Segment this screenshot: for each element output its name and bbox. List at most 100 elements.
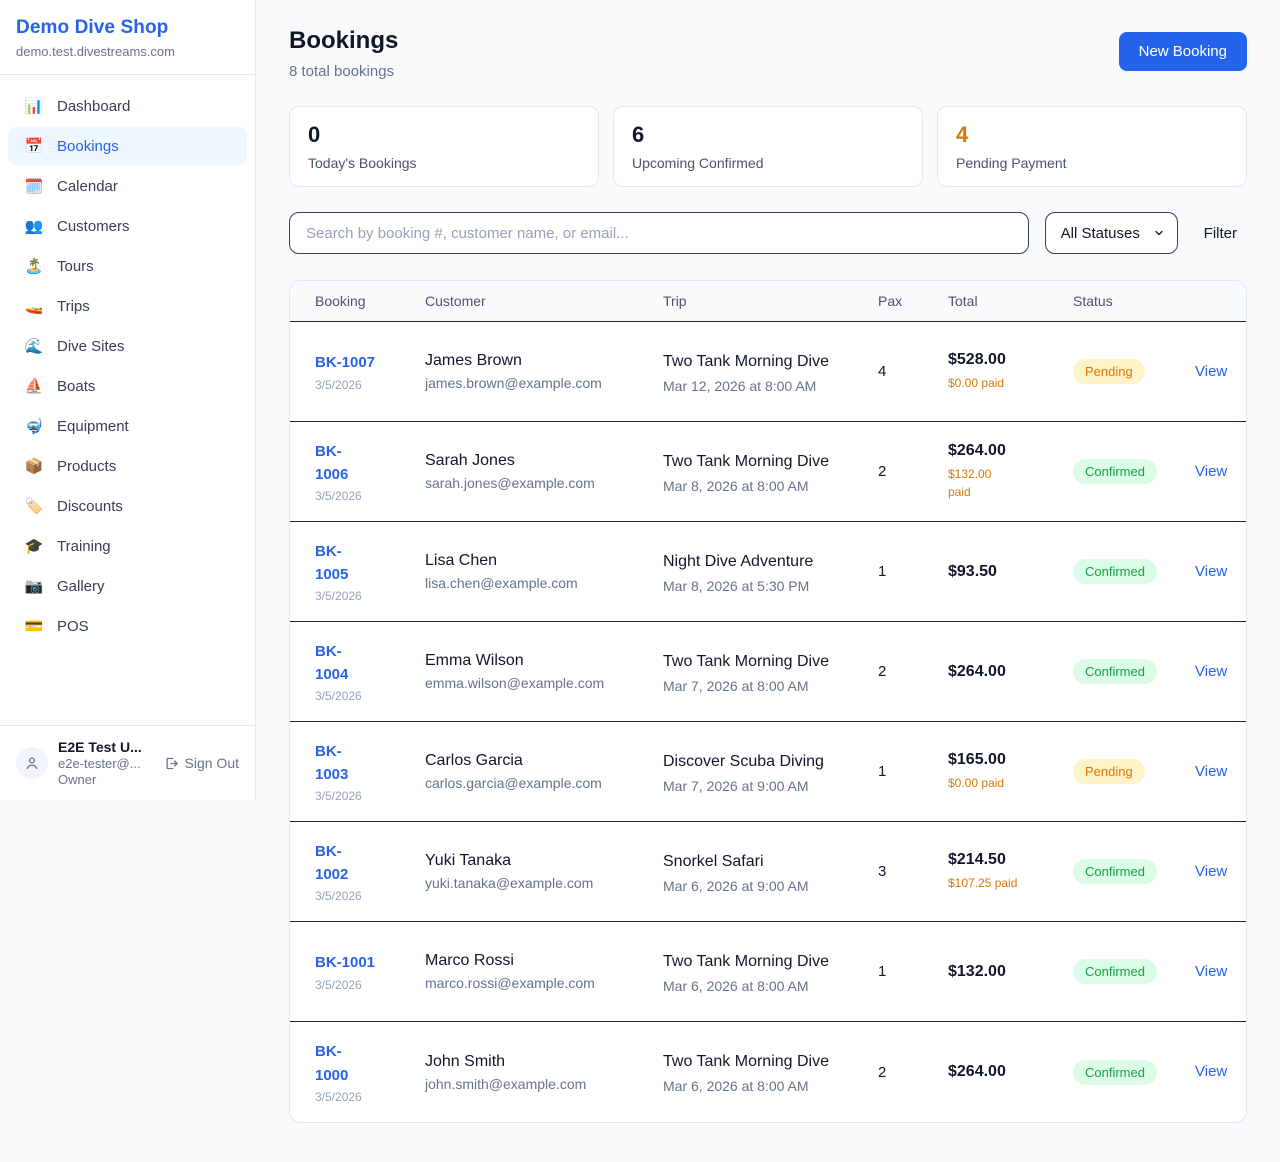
nav-item-icon: ⛵ (24, 377, 44, 395)
view-link[interactable]: View (1195, 363, 1227, 380)
booking-id-link[interactable]: BK- 1005 (315, 540, 411, 587)
column-header-total: Total (948, 293, 1073, 309)
booking-id-link[interactable]: BK- 1002 (315, 840, 411, 887)
new-booking-button[interactable]: New Booking (1119, 32, 1247, 71)
sidebar-item-calendar[interactable]: 🗓️ Calendar (8, 167, 247, 205)
table-row: BK- 1005 3/5/2026 Lisa Chen lisa.chen@ex… (290, 522, 1246, 622)
view-link[interactable]: View (1195, 763, 1227, 780)
stat-value: 4 (956, 122, 1228, 148)
sidebar-item-dashboard[interactable]: 📊 Dashboard (8, 87, 247, 125)
trip-cell: Discover Scuba Diving Mar 7, 2026 at 9:0… (663, 750, 878, 794)
status-cell: Pending (1073, 759, 1195, 784)
avatar (16, 747, 48, 779)
sidebar-item-dive-sites[interactable]: 🌊 Dive Sites (8, 327, 247, 365)
sidebar-item-equipment[interactable]: 🤿 Equipment (8, 407, 247, 445)
sidebar-item-training[interactable]: 🎓 Training (8, 527, 247, 565)
customer-name: Carlos Garcia (425, 752, 649, 770)
booking-id-link[interactable]: BK- 1003 (315, 740, 411, 787)
shop-domain: demo.test.divestreams.com (16, 44, 239, 59)
filter-button[interactable]: Filter (1194, 225, 1247, 242)
customer-cell: Lisa Chen lisa.chen@example.com (425, 552, 663, 591)
customer-name: Lisa Chen (425, 552, 649, 570)
trip-name: Two Tank Morning Dive (663, 1050, 843, 1074)
actions-cell: View (1195, 963, 1246, 981)
nav-item-icon: 🤿 (24, 417, 44, 435)
search-input[interactable] (289, 212, 1029, 254)
view-link[interactable]: View (1195, 863, 1227, 880)
sidebar-item-customers[interactable]: 👥 Customers (8, 207, 247, 245)
pax-cell: 1 (878, 563, 948, 580)
nav-item-label: Customers (57, 218, 130, 235)
total-amount: $264.00 (948, 1063, 1059, 1081)
stat-value: 0 (308, 122, 580, 148)
booking-id-link[interactable]: BK- 1004 (315, 640, 411, 687)
pax-cell: 2 (878, 463, 948, 480)
actions-cell: View (1195, 463, 1246, 481)
status-select[interactable]: All Statuses (1045, 212, 1178, 254)
sidebar-item-boats[interactable]: ⛵ Boats (8, 367, 247, 405)
customer-email: lisa.chen@example.com (425, 575, 649, 591)
actions-cell: View (1195, 863, 1246, 881)
view-link[interactable]: View (1195, 563, 1227, 580)
nav-item-icon: 📅 (24, 137, 44, 155)
customer-cell: Marco Rossi marco.rossi@example.com (425, 952, 663, 991)
sign-out-button[interactable]: Sign Out (164, 755, 239, 771)
pax-cell: 2 (878, 1064, 948, 1081)
booking-id-link[interactable]: BK-1007 (315, 351, 411, 374)
trip-name: Discover Scuba Diving (663, 750, 843, 774)
view-link[interactable]: View (1195, 463, 1227, 480)
nav-item-icon: 🏝️ (24, 257, 44, 275)
actions-cell: View (1195, 763, 1246, 781)
sign-out-label: Sign Out (185, 755, 239, 771)
sidebar-item-tours[interactable]: 🏝️ Tours (8, 247, 247, 285)
sidebar-item-trips[interactable]: 🚤 Trips (8, 287, 247, 325)
customer-name: Sarah Jones (425, 452, 649, 470)
trip-name: Two Tank Morning Dive (663, 350, 843, 374)
trip-cell: Snorkel Safari Mar 6, 2026 at 9:00 AM (663, 850, 878, 894)
table-row: BK- 1004 3/5/2026 Emma Wilson emma.wilso… (290, 622, 1246, 722)
trip-datetime: Mar 7, 2026 at 8:00 AM (663, 678, 864, 694)
sidebar-item-bookings[interactable]: 📅 Bookings (8, 127, 247, 165)
column-header-trip: Trip (663, 293, 878, 309)
user-email: e2e-tester@... (58, 756, 142, 771)
view-link[interactable]: View (1195, 963, 1227, 980)
paid-amount: $107.25 paid (948, 874, 1059, 892)
table-row: BK- 1000 3/5/2026 John Smith john.smith@… (290, 1022, 1246, 1122)
booking-id-link[interactable]: BK-1001 (315, 951, 411, 974)
status-badge: Confirmed (1073, 859, 1157, 884)
customer-email: sarah.jones@example.com (425, 475, 649, 491)
pax-cell: 2 (878, 663, 948, 680)
trip-name: Night Dive Adventure (663, 550, 843, 574)
sidebar-item-gallery[interactable]: 📷 Gallery (8, 567, 247, 605)
customer-email: john.smith@example.com (425, 1076, 649, 1092)
table-row: BK-1001 3/5/2026 Marco Rossi marco.rossi… (290, 922, 1246, 1022)
stat-label: Pending Payment (956, 155, 1228, 171)
sidebar-item-discounts[interactable]: 🏷️ Discounts (8, 487, 247, 525)
nav-item-label: Boats (57, 378, 95, 395)
person-icon (24, 755, 40, 771)
nav-item-label: Trips (57, 298, 90, 315)
column-header-customer: Customer (425, 293, 663, 309)
nav-item-label: Training (57, 538, 111, 555)
nav-item-icon: 🗓️ (24, 177, 44, 195)
customer-name: Yuki Tanaka (425, 852, 649, 870)
total-amount: $93.50 (948, 563, 1059, 581)
trip-cell: Two Tank Morning Dive Mar 7, 2026 at 8:0… (663, 650, 878, 694)
table-header: Booking Customer Trip Pax Total Status (290, 281, 1246, 322)
sidebar-item-pos[interactable]: 💳 POS (8, 607, 247, 645)
booking-id-link[interactable]: BK- 1000 (315, 1040, 411, 1087)
view-link[interactable]: View (1195, 663, 1227, 680)
booking-id-link[interactable]: BK- 1006 (315, 440, 411, 487)
booking-date: 3/5/2026 (315, 889, 411, 903)
paid-amount: $0.00 paid (948, 774, 1059, 792)
page-title: Bookings (289, 27, 398, 55)
table-row: BK- 1002 3/5/2026 Yuki Tanaka yuki.tanak… (290, 822, 1246, 922)
total-amount: $214.50 (948, 851, 1059, 869)
sidebar-item-products[interactable]: 📦 Products (8, 447, 247, 485)
trip-cell: Night Dive Adventure Mar 8, 2026 at 5:30… (663, 550, 878, 594)
customer-cell: Sarah Jones sarah.jones@example.com (425, 452, 663, 491)
view-link[interactable]: View (1195, 1063, 1227, 1080)
total-cell: $132.00 (948, 963, 1073, 981)
customer-cell: John Smith john.smith@example.com (425, 1053, 663, 1092)
pax-cell: 1 (878, 963, 948, 980)
